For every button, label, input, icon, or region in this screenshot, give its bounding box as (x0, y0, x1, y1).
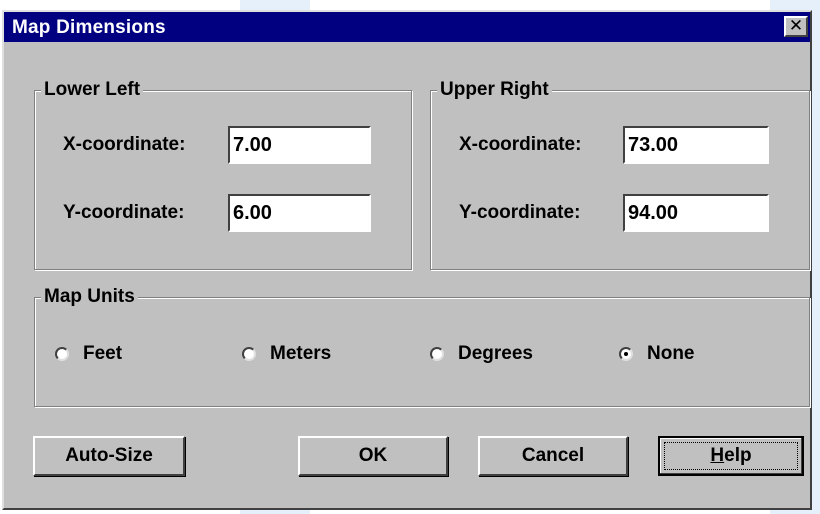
close-icon: ✕ (788, 16, 804, 35)
radio-circle-icon (242, 347, 256, 361)
lower-left-x-label: X-coordinate: (63, 134, 186, 155)
upper-right-group: Upper Right X-coordinate: Y-coordinate: (430, 79, 810, 270)
radio-feet[interactable]: Feet (55, 343, 122, 365)
auto-size-button[interactable]: Auto-Size (33, 436, 185, 476)
title-bar: Map Dimensions ✕ (4, 12, 810, 42)
map-dimensions-dialog: Map Dimensions ✕ Lower Left X-coordinate… (2, 10, 812, 510)
radio-degrees[interactable]: Degrees (430, 343, 533, 365)
focus-ring (664, 442, 798, 470)
map-units-legend: Map Units (41, 286, 138, 308)
radio-circle-icon (55, 347, 69, 361)
radio-none[interactable]: None (619, 343, 695, 365)
dialog-title: Map Dimensions (12, 17, 166, 38)
lower-left-legend: Lower Left (41, 79, 144, 101)
ok-button[interactable]: OK (298, 436, 448, 476)
radio-meters-label: Meters (270, 343, 332, 364)
cancel-button[interactable]: Cancel (478, 436, 628, 476)
radio-feet-label: Feet (83, 343, 123, 364)
upper-right-x-input[interactable] (623, 126, 769, 164)
lower-left-group: Lower Left X-coordinate: Y-coordinate: (34, 79, 412, 270)
radio-meters[interactable]: Meters (242, 343, 331, 365)
radio-none-label: None (647, 343, 695, 364)
lower-left-y-input[interactable] (228, 194, 371, 232)
radio-circle-icon (430, 347, 444, 361)
upper-right-y-input[interactable] (623, 194, 769, 232)
upper-right-y-label: Y-coordinate: (459, 202, 581, 223)
upper-right-x-label: X-coordinate: (459, 134, 582, 155)
map-units-group: Map Units Feet Meters Degrees None (34, 286, 810, 407)
lower-left-x-input[interactable] (228, 126, 371, 164)
help-button[interactable]: Help (658, 436, 804, 476)
radio-degrees-label: Degrees (458, 343, 533, 364)
lower-left-y-label: Y-coordinate: (63, 202, 185, 223)
close-button[interactable]: ✕ (784, 16, 808, 37)
radio-selected-icon (619, 347, 633, 361)
upper-right-legend: Upper Right (437, 79, 552, 101)
